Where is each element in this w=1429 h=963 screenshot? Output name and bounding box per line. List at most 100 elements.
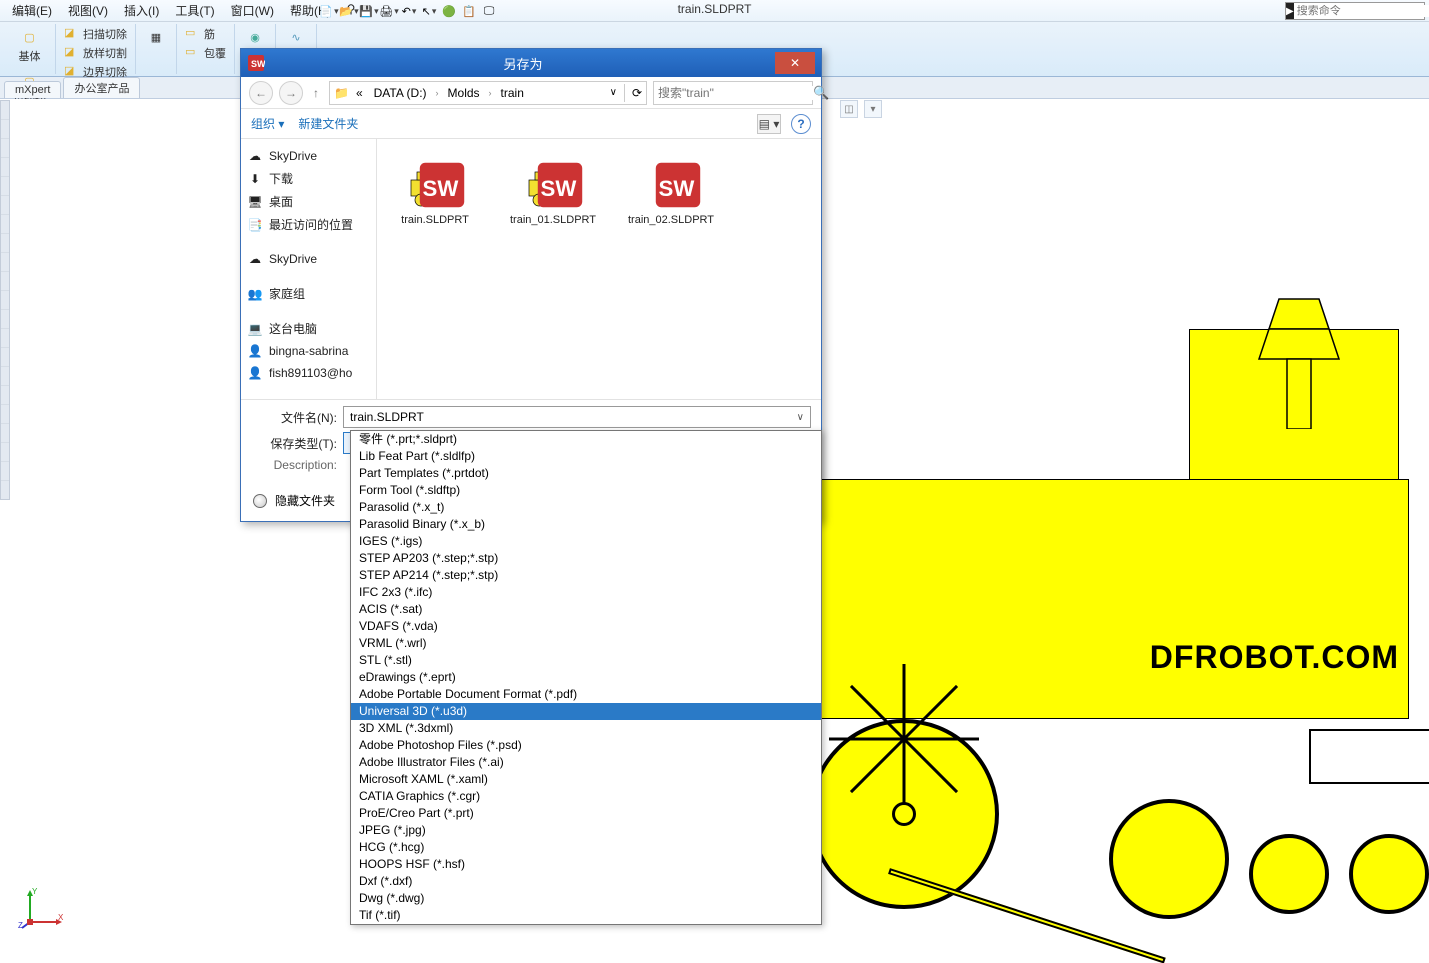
tab-mxpert[interactable]: mXpert: [4, 81, 61, 98]
close-button[interactable]: ✕: [775, 52, 815, 74]
search-icon: 🔍: [813, 85, 829, 101]
nav-forward-button[interactable]: →: [279, 81, 303, 105]
sidebar-item[interactable]: 💻这台电脑: [245, 317, 372, 340]
command-search[interactable]: ▶: [1285, 2, 1425, 20]
sidebar-item[interactable]: ⬇下载: [245, 167, 372, 190]
menu-item[interactable]: 工具(T): [167, 0, 222, 21]
curve-btn[interactable]: ∿: [282, 25, 310, 49]
ribbon-small-btn[interactable]: ▭筋: [183, 25, 228, 43]
sidebar-item[interactable]: 📑最近访问的位置: [245, 213, 372, 236]
filetype-option[interactable]: IGES (*.igs): [351, 533, 821, 550]
new-doc-icon[interactable]: 📄▾: [320, 2, 338, 20]
filetype-option[interactable]: Adobe Photoshop Files (*.psd): [351, 737, 821, 754]
filetype-option[interactable]: CATIA Graphics (*.cgr): [351, 788, 821, 805]
organize-button[interactable]: 组织 ▾: [251, 115, 284, 132]
nav-back-button[interactable]: ←: [249, 81, 273, 105]
view-mode-button[interactable]: ▤ ▾: [757, 114, 781, 134]
ribbon-btn[interactable]: ▢基体: [16, 25, 44, 65]
ribbon-small-btn[interactable]: ◪放样切割: [62, 44, 129, 62]
filetype-option[interactable]: Dxf (*.dxf): [351, 873, 821, 890]
hide-folders-label[interactable]: 隐藏文件夹: [275, 492, 335, 509]
filetype-option[interactable]: STEP AP203 (*.step;*.stp): [351, 550, 821, 567]
sketch-btn[interactable]: ◉: [241, 25, 269, 49]
sidebar-item[interactable]: 👤fish891103@ho: [245, 362, 372, 384]
file-item[interactable]: SWtrain_02.SLDPRT: [625, 153, 717, 226]
nav-up-button[interactable]: ↑: [309, 81, 323, 105]
ribbon-small-btn[interactable]: ▭包覆: [183, 44, 228, 62]
refresh-icon[interactable]: ⟳: [632, 86, 642, 100]
screen-capture-icon[interactable]: 🖵: [480, 2, 498, 20]
menu-item[interactable]: 窗口(W): [223, 0, 282, 21]
breadcrumb[interactable]: 📁 « DATA (D:) › Molds › train ∨ ⟳: [329, 81, 647, 105]
sidebar-item[interactable]: ☁SkyDrive: [245, 145, 372, 167]
file-item[interactable]: SWtrain_01.SLDPRT: [507, 153, 599, 226]
file-name: train_02.SLDPRT: [628, 214, 714, 226]
pattern-btn[interactable]: ▦: [142, 25, 170, 49]
user-icon: 👤: [247, 343, 263, 359]
menu-item[interactable]: 视图(V): [60, 0, 116, 21]
breadcrumb-item[interactable]: train: [497, 86, 528, 100]
filetype-option[interactable]: HOOPS HSF (*.hsf): [351, 856, 821, 873]
command-search-input[interactable]: [1294, 5, 1429, 17]
filetype-option[interactable]: VRML (*.wrl): [351, 635, 821, 652]
filetype-option[interactable]: VDAFS (*.vda): [351, 618, 821, 635]
menu-item[interactable]: 编辑(E): [4, 0, 60, 21]
filetype-option[interactable]: Tif (*.tif): [351, 907, 821, 924]
breadcrumb-item[interactable]: Molds: [444, 86, 484, 100]
filetype-option[interactable]: STL (*.stl): [351, 652, 821, 669]
filetype-option[interactable]: Parasolid Binary (*.x_b): [351, 516, 821, 533]
dialog-sidebar: ☁SkyDrive⬇下载🖥桌面📑最近访问的位置☁SkyDrive👥家庭组💻这台电…: [241, 139, 377, 399]
filetype-option[interactable]: Adobe Illustrator Files (*.ai): [351, 754, 821, 771]
filetype-option[interactable]: Form Tool (*.sldftp): [351, 482, 821, 499]
filetype-option[interactable]: Part Templates (*.prtdot): [351, 465, 821, 482]
save-icon[interactable]: 💾▾: [360, 2, 378, 20]
filetype-option[interactable]: 零件 (*.prt;*.sldprt): [351, 431, 821, 448]
filetype-option[interactable]: eDrawings (*.eprt): [351, 669, 821, 686]
user-icon: 👤: [247, 365, 263, 381]
filetype-option[interactable]: Adobe Portable Document Format (*.pdf): [351, 686, 821, 703]
cloud-icon: ☁: [247, 148, 263, 164]
dialog-title: 另存为: [271, 54, 775, 73]
filetype-option[interactable]: ProE/Creo Part (*.prt): [351, 805, 821, 822]
sidebar-item[interactable]: 🖥桌面: [245, 190, 372, 213]
filetype-option[interactable]: Lib Feat Part (*.sldlfp): [351, 448, 821, 465]
tab-office[interactable]: 办公室产品: [63, 77, 140, 98]
sidebar-item[interactable]: 👥家庭组: [245, 282, 372, 305]
filetype-option[interactable]: IFC 2x3 (*.ifc): [351, 584, 821, 601]
filename-input[interactable]: train.SLDPRT ∨: [343, 406, 811, 428]
view-palette-icon[interactable]: ◫: [840, 100, 858, 118]
filetype-dropdown-list[interactable]: 零件 (*.prt;*.sldprt)Lib Feat Part (*.sldl…: [350, 430, 822, 925]
filetype-option[interactable]: HCG (*.hcg): [351, 839, 821, 856]
ribbon-small-btn[interactable]: ◪扫描切除: [62, 25, 129, 43]
svg-text:Y: Y: [32, 887, 38, 896]
filetype-option[interactable]: Universal 3D (*.u3d): [351, 703, 821, 720]
filetype-option[interactable]: STEP AP214 (*.step;*.stp): [351, 567, 821, 584]
filetype-option[interactable]: ACIS (*.sat): [351, 601, 821, 618]
file-pane[interactable]: SWtrain.SLDPRT SWtrain_01.SLDPRT SWtrain_0…: [377, 139, 821, 399]
options-icon[interactable]: 📋: [460, 2, 478, 20]
menu-item[interactable]: 插入(I): [116, 0, 167, 21]
filename-label: 文件名(N):: [251, 409, 343, 426]
quick-access-toolbar: 📄▾ 📂▾ 💾▾ 🖨▾ ↶▾ ↖▾ 🟢 📋 🖵: [320, 0, 498, 22]
dialog-search[interactable]: 🔍: [653, 81, 813, 105]
new-folder-button[interactable]: 新建文件夹: [298, 115, 358, 132]
select-icon[interactable]: ↖▾: [420, 2, 438, 20]
hide-folders-toggle-icon[interactable]: [253, 494, 267, 508]
file-item[interactable]: SWtrain.SLDPRT: [389, 153, 481, 226]
filetype-option[interactable]: Microsoft XAML (*.xaml): [351, 771, 821, 788]
open-doc-icon[interactable]: 📂▾: [340, 2, 358, 20]
print-icon[interactable]: 🖨▾: [380, 2, 398, 20]
sidebar-item[interactable]: 👤bingna-sabrina: [245, 340, 372, 362]
view-settings-icon[interactable]: ▾: [864, 100, 882, 118]
filetype-option[interactable]: 3D XML (*.3dxml): [351, 720, 821, 737]
sidebar-item[interactable]: ☁SkyDrive: [245, 248, 372, 270]
undo-icon[interactable]: ↶▾: [400, 2, 418, 20]
filetype-option[interactable]: Dwg (*.dwg): [351, 890, 821, 907]
filetype-option[interactable]: JPEG (*.jpg): [351, 822, 821, 839]
breadcrumb-item[interactable]: DATA (D:): [370, 86, 431, 100]
rebuild-icon[interactable]: 🟢: [440, 2, 458, 20]
dialog-search-input[interactable]: [658, 86, 813, 100]
filetype-option[interactable]: Parasolid (*.x_t): [351, 499, 821, 516]
feature-manager-collapse[interactable]: [0, 100, 10, 500]
help-button[interactable]: ?: [791, 114, 811, 134]
